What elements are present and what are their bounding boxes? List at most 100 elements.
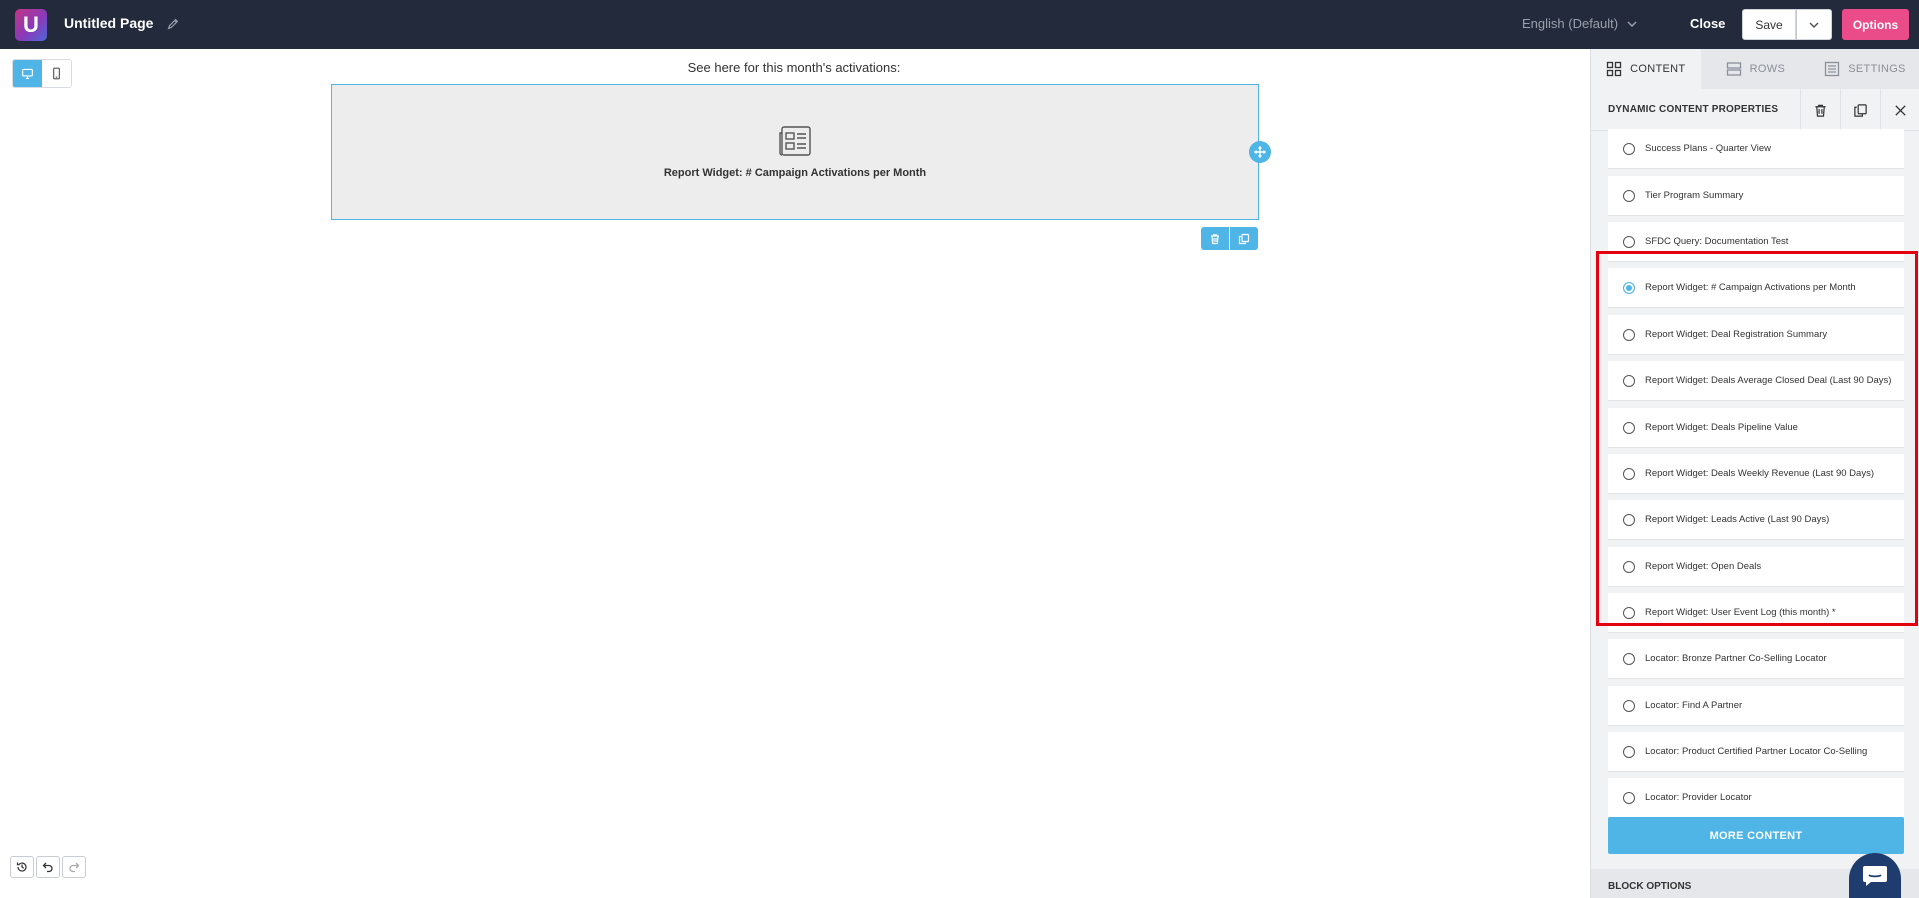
list-item-label: Report Widget: User Event Log (this mont… <box>1645 607 1836 618</box>
list-item[interactable]: Locator: Product Certified Partner Locat… <box>1608 732 1904 772</box>
close-panel-button[interactable] <box>1880 89 1919 131</box>
list-item[interactable]: Success Plans - Quarter View <box>1608 129 1904 169</box>
list-item[interactable]: Report Widget: User Event Log (this mont… <box>1608 593 1904 633</box>
list-item[interactable]: Tier Program Summary <box>1608 176 1904 216</box>
radio-button[interactable] <box>1623 699 1635 712</box>
top-bar: U Untitled Page English (Default) Close … <box>0 0 1919 49</box>
list-item[interactable]: Report Widget: # Campaign Activations pe… <box>1608 268 1904 308</box>
properties-header: DYNAMIC CONTENT PROPERTIES <box>1591 89 1919 131</box>
list-item[interactable]: Locator: Bronze Partner Co-Selling Locat… <box>1608 639 1904 679</box>
close-icon <box>1895 104 1906 116</box>
radio-button[interactable] <box>1623 235 1635 248</box>
list-item[interactable]: SFDC Query: Documentation Test <box>1608 222 1904 262</box>
redo-button[interactable] <box>62 856 86 878</box>
undo-icon <box>42 862 53 873</box>
list-item[interactable]: Report Widget: Open Deals <box>1608 547 1904 587</box>
canvas-heading-text[interactable]: See here for this month's activations: <box>330 60 1258 75</box>
tab-settings[interactable]: SETTINGS <box>1810 49 1919 89</box>
list-item[interactable]: Report Widget: Deals Average Closed Deal… <box>1608 361 1904 401</box>
duplicate-content-button[interactable] <box>1840 89 1880 131</box>
settings-icon <box>1825 61 1840 77</box>
app-logo[interactable]: U <box>15 9 47 41</box>
radio-button[interactable] <box>1623 791 1635 804</box>
radio-button[interactable] <box>1623 374 1635 387</box>
radio-button[interactable] <box>1623 467 1635 480</box>
list-item-label: Report Widget: Deal Registration Summary <box>1645 329 1828 340</box>
list-item-label: Report Widget: Deals Average Closed Deal… <box>1645 375 1892 386</box>
mobile-view-button[interactable] <box>42 60 71 87</box>
delete-content-button[interactable] <box>1800 89 1840 131</box>
radio-button[interactable] <box>1623 513 1635 526</box>
redo-icon <box>69 862 80 873</box>
report-widget-icon <box>779 126 811 156</box>
radio-button[interactable] <box>1623 606 1635 619</box>
list-item-label: Report Widget: Deals Weekly Revenue (Las… <box>1645 468 1874 479</box>
grid-icon <box>1607 61 1622 77</box>
list-item[interactable]: Report Widget: Deals Pipeline Value <box>1608 408 1904 448</box>
list-item-label: Report Widget: Open Deals <box>1645 561 1762 572</box>
close-button[interactable]: Close <box>1690 16 1725 31</box>
dynamic-content-block[interactable]: Report Widget: # Campaign Activations pe… <box>331 84 1259 220</box>
properties-title: DYNAMIC CONTENT PROPERTIES <box>1608 104 1779 115</box>
pencil-icon[interactable] <box>166 17 180 31</box>
list-item-label: Report Widget: # Campaign Activations pe… <box>1645 282 1856 293</box>
list-item[interactable]: Report Widget: Deal Registration Summary <box>1608 315 1904 355</box>
tab-content-label: CONTENT <box>1630 63 1686 75</box>
move-handle[interactable] <box>1249 141 1271 163</box>
block-actions <box>1201 227 1258 250</box>
desktop-view-button[interactable] <box>13 60 42 87</box>
tab-rows-label: ROWS <box>1749 63 1786 75</box>
copy-icon <box>1238 233 1250 244</box>
chevron-down-icon <box>1627 20 1637 27</box>
list-item-label: Tier Program Summary <box>1645 190 1744 201</box>
radio-button[interactable] <box>1623 560 1635 573</box>
block-options-label: BLOCK OPTIONS <box>1608 881 1692 892</box>
list-item[interactable]: Locator: Provider Locator <box>1608 778 1904 818</box>
trash-icon <box>1815 104 1826 117</box>
radio-button[interactable] <box>1623 421 1635 434</box>
radio-button[interactable] <box>1623 745 1635 758</box>
save-button-group: Save <box>1742 9 1832 40</box>
move-icon <box>1253 145 1267 159</box>
tab-content[interactable]: CONTENT <box>1591 49 1701 89</box>
history-button[interactable] <box>10 856 34 878</box>
chevron-down-icon <box>1809 21 1819 28</box>
language-selector[interactable]: English (Default) <box>1522 16 1638 31</box>
list-item-label: Locator: Provider Locator <box>1645 792 1752 803</box>
list-item[interactable]: Report Widget: Deals Weekly Revenue (Las… <box>1608 454 1904 494</box>
list-item-label: Locator: Find A Partner <box>1645 700 1743 711</box>
widget-label: Report Widget: # Campaign Activations pe… <box>663 167 927 179</box>
tab-rows[interactable]: ROWS <box>1701 49 1811 89</box>
rows-icon <box>1726 62 1741 76</box>
list-item[interactable]: Locator: Find A Partner <box>1608 686 1904 726</box>
list-item-label: SFDC Query: Documentation Test <box>1645 236 1789 247</box>
trash-icon <box>1211 233 1219 244</box>
list-item-label: Locator: Bronze Partner Co-Selling Locat… <box>1645 653 1827 664</box>
delete-block-button[interactable] <box>1201 227 1229 250</box>
logo-letter: U <box>23 12 39 37</box>
radio-button-selected[interactable] <box>1623 281 1635 294</box>
device-preview-toggle <box>12 59 72 88</box>
radio-button[interactable] <box>1623 652 1635 665</box>
language-label: English (Default) <box>1522 16 1619 31</box>
list-item-label: Success Plans - Quarter View <box>1645 143 1772 154</box>
duplicate-block-button[interactable] <box>1230 227 1258 250</box>
list-item-label: Report Widget: Leads Active (Last 90 Day… <box>1645 514 1830 525</box>
chat-launcher-button[interactable] <box>1849 853 1901 898</box>
undo-button[interactable] <box>36 856 60 878</box>
more-content-button[interactable]: MORE CONTENT <box>1608 817 1904 854</box>
list-item[interactable]: Report Widget: Leads Active (Last 90 Day… <box>1608 500 1904 540</box>
save-button[interactable]: Save <box>1742 9 1796 40</box>
options-button[interactable]: Options <box>1842 9 1909 40</box>
save-dropdown-button[interactable] <box>1796 9 1832 40</box>
radio-button[interactable] <box>1623 328 1635 341</box>
properties-panel: CONTENT ROWS SETTINGS DYNAMIC CONTENT PR… <box>1590 49 1919 898</box>
history-controls <box>10 856 86 878</box>
radio-button[interactable] <box>1623 189 1635 202</box>
radio-button[interactable] <box>1623 142 1635 155</box>
mobile-icon <box>53 67 60 80</box>
copy-icon <box>1854 103 1867 117</box>
page-title: Untitled Page <box>64 15 154 31</box>
desktop-icon <box>22 68 33 79</box>
tab-settings-label: SETTINGS <box>1848 63 1906 75</box>
